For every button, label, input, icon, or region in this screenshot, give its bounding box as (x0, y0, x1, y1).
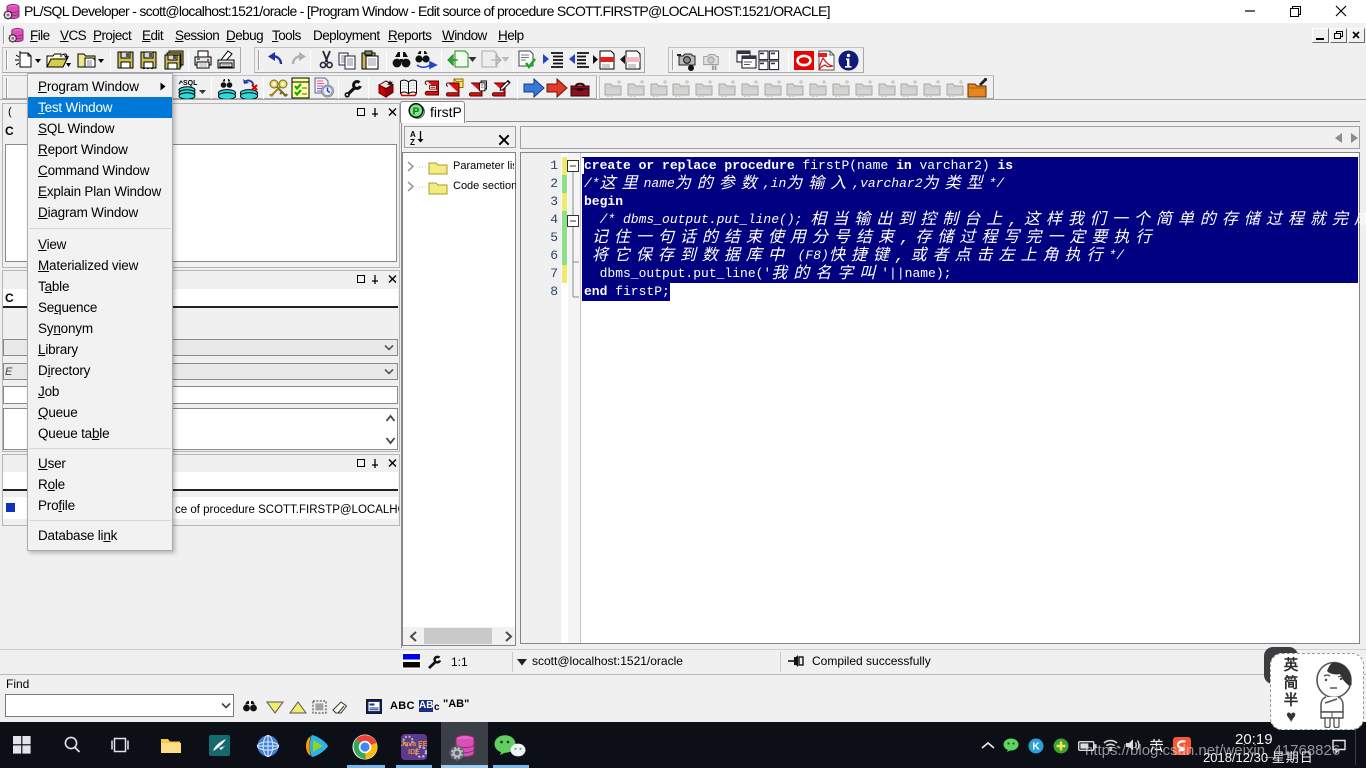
svg-text:IDE: IDE (408, 749, 420, 756)
svg-text:P: P (413, 107, 420, 118)
svg-text:SQL: SQL (183, 80, 198, 87)
svg-text:Z: Z (410, 138, 415, 145)
svg-text:Java EE: Java EE (401, 741, 427, 748)
svg-text:K: K (1032, 742, 1040, 753)
